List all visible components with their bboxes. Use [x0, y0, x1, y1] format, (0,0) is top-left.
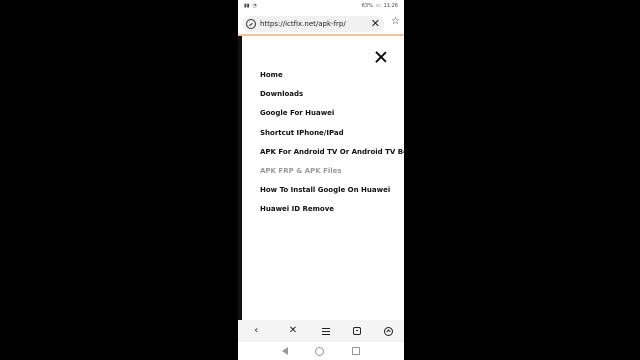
clock: 11:26 [383, 3, 398, 9]
nav-back-icon[interactable] [281, 347, 288, 355]
menu-item-apk-android-tv[interactable]: APK For Android TV Or Android TV Box [260, 146, 404, 165]
site-info-icon[interactable] [246, 19, 256, 29]
clear-url-icon[interactable]: ✕ [371, 18, 380, 30]
browser-address-row: https://ictfix.net/apk-frp/ ✕ ☆ [238, 12, 404, 36]
status-bar: ▮▮ ◔ 63% ▭ 11:26 [238, 0, 404, 12]
menu-item-shortcut-iphone[interactable]: Shortcut IPhone/IPad [260, 127, 404, 146]
status-right: 63% ▭ 11:26 [362, 3, 398, 9]
menu-item-huawei-id-remove[interactable]: Huawei ID Remove [260, 203, 404, 222]
phone-screen: ▮▮ ◔ 63% ▭ 11:26 https://ictfix.net/apk-… [238, 0, 404, 360]
menu-item-downloads[interactable]: Downloads [260, 88, 404, 107]
tabs-icon[interactable] [353, 327, 362, 335]
notification-icon: ◔ [252, 3, 257, 9]
nav-recents-icon[interactable] [352, 347, 361, 355]
menu-item-google-for-huawei[interactable]: Google For Huawei [260, 107, 404, 126]
browser-toolbar: ‹ ✕ [238, 320, 404, 342]
drawer-backdrop[interactable] [238, 36, 242, 320]
nav-home-icon[interactable] [315, 346, 325, 356]
status-left: ▮▮ ◔ [244, 3, 257, 9]
back-icon[interactable]: ‹ [249, 324, 263, 338]
menu-item-apk-frp[interactable]: APK FRP & APK Files [260, 165, 404, 184]
home-icon[interactable] [383, 326, 393, 336]
battery-icon: ▭ [375, 3, 381, 9]
menu-close-icon[interactable] [374, 50, 388, 64]
url-text[interactable]: https://ictfix.net/apk-frp/ [260, 20, 346, 28]
bookmark-star-icon[interactable]: ☆ [391, 17, 400, 27]
battery-level: 63% [361, 3, 373, 9]
signal-icon: ▮▮ [244, 3, 250, 9]
menu-item-home[interactable]: Home [260, 69, 404, 88]
close-icon[interactable]: ✕ [286, 324, 300, 338]
menu-icon[interactable] [322, 327, 331, 335]
menu-item-install-google-huawei[interactable]: How To Install Google On Huawei [260, 184, 404, 203]
navigation-menu: Home Downloads Google For Huawei Shortcu… [260, 69, 404, 223]
system-nav-bar [238, 342, 404, 360]
address-bar[interactable]: https://ictfix.net/apk-frp/ ✕ [242, 16, 384, 32]
